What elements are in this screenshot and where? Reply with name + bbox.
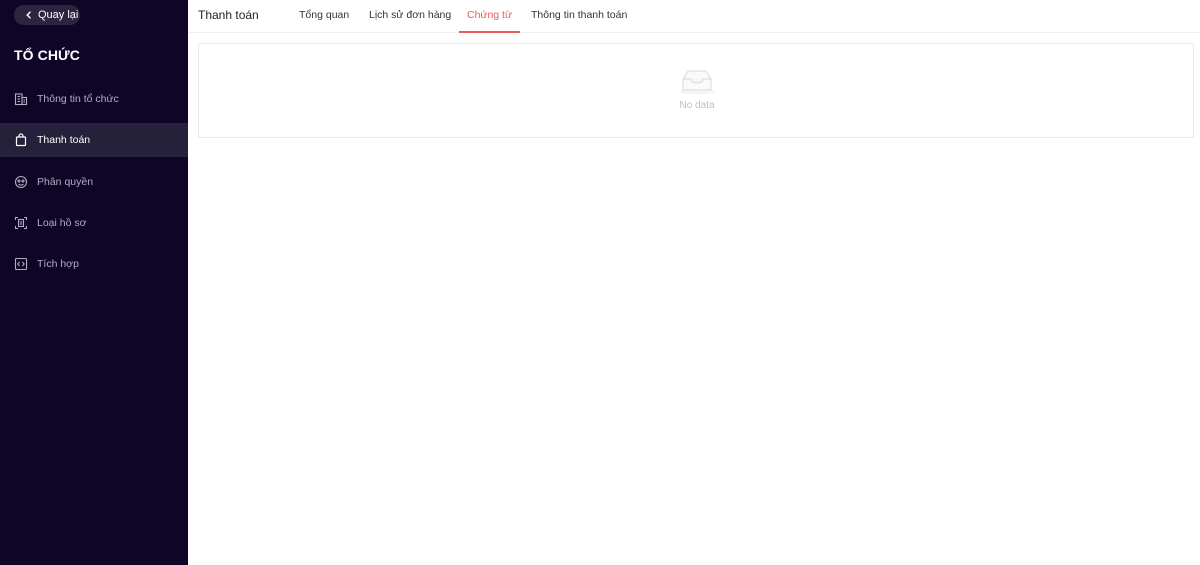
sidebar-item-document-types[interactable]: Loại hồ sơ — [0, 206, 188, 240]
sidebar: Quay lại TỔ CHỨC Thông tin tổ chức Thanh… — [0, 0, 188, 565]
tab-order-history[interactable]: Lịch sử đơn hàng — [361, 0, 459, 33]
tab-overview[interactable]: Tổng quan — [291, 0, 357, 33]
chevron-left-icon — [26, 11, 31, 19]
sidebar-item-integration[interactable]: Tích hợp — [0, 247, 188, 281]
document-scan-icon — [14, 216, 28, 230]
sidebar-item-label: Tích hợp — [37, 258, 79, 270]
code-integration-icon — [14, 257, 28, 271]
tab-payment-info[interactable]: Thông tin thanh toán — [523, 0, 635, 33]
documents-table-empty: No data — [198, 43, 1194, 138]
shopping-bag-icon — [14, 133, 28, 147]
empty-state-text: No data — [679, 100, 715, 111]
page-header: Thanh toán Tổng quan Lịch sử đơn hàng Ch… — [188, 0, 1200, 33]
page-title: Thanh toán — [198, 8, 259, 22]
sidebar-item-label: Loại hồ sơ — [37, 217, 87, 229]
sidebar-item-payment[interactable]: Thanh toán — [0, 123, 188, 157]
permission-icon — [14, 175, 28, 189]
back-button-label: Quay lại — [38, 9, 79, 21]
sidebar-item-permissions[interactable]: Phân quyền — [0, 165, 188, 199]
inbox-empty-icon — [679, 70, 715, 95]
sidebar-item-label: Thanh toán — [37, 134, 91, 146]
sidebar-item-label: Thông tin tổ chức — [37, 93, 119, 105]
sidebar-item-organization-info[interactable]: Thông tin tổ chức — [0, 82, 188, 116]
sidebar-section-title: TỔ CHỨC — [14, 47, 80, 63]
back-button[interactable]: Quay lại — [14, 5, 80, 25]
tab-documents[interactable]: Chứng từ — [459, 0, 520, 33]
sidebar-item-label: Phân quyền — [37, 176, 94, 188]
building-icon — [14, 92, 28, 106]
